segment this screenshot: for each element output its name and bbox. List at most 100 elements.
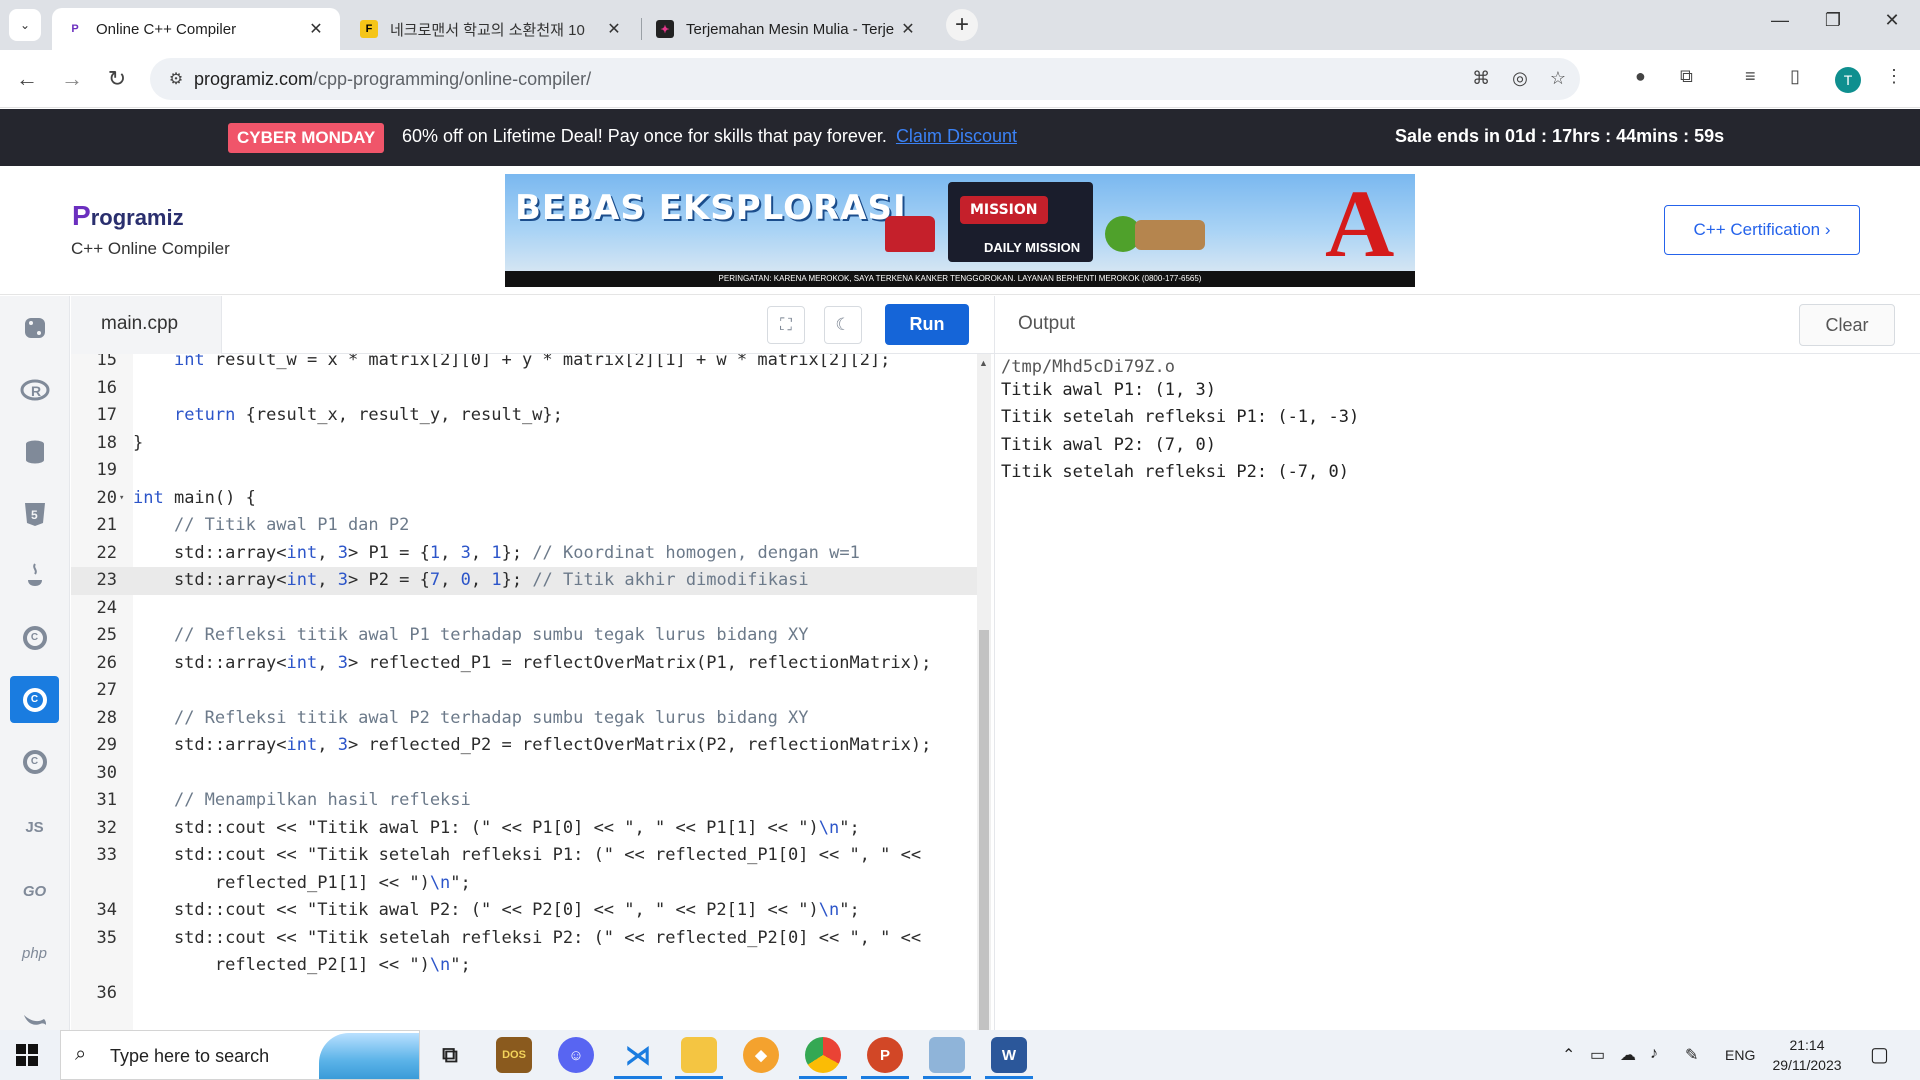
translate-icon[interactable]: ⌘ — [1472, 68, 1490, 89]
chevron-up-icon[interactable]: ⌃ — [1562, 1045, 1575, 1065]
puzzle-icon[interactable]: ⧉ — [1680, 66, 1693, 87]
fold-arrow-icon[interactable]: ▾ — [119, 485, 124, 513]
address-bar[interactable]: ⚙ programiz.com/cpp-programming/online-c… — [150, 58, 1580, 100]
task-view-icon[interactable]: ⧉ — [432, 1037, 468, 1073]
code-line[interactable]: 17 return {result_x, result_y, result_w}… — [71, 402, 979, 430]
volume-icon[interactable]: ♪ — [1650, 1045, 1658, 1063]
new-tab-button[interactable]: + — [946, 9, 978, 41]
code-line[interactable]: 21 // Titik awal P1 dan P2 — [71, 512, 979, 540]
code-line[interactable]: 30 — [71, 760, 979, 788]
restore-button[interactable]: ❐ — [1813, 10, 1853, 31]
code-line[interactable]: 24 — [71, 595, 979, 623]
taskbar-clock[interactable]: 21:14 29/11/2023 — [1762, 1035, 1852, 1075]
go-icon[interactable]: GO — [10, 868, 59, 915]
extension-icon[interactable]: ● — [1635, 66, 1646, 87]
notepad-icon[interactable] — [923, 1037, 971, 1079]
claim-discount-link[interactable]: Claim Discount — [896, 126, 1017, 146]
word-icon[interactable]: W — [985, 1037, 1033, 1079]
dark-mode-icon[interactable]: ☾ — [824, 306, 862, 344]
code-line[interactable]: 35 std::cout << "Titik setelah refleksi … — [71, 925, 979, 953]
minimize-button[interactable]: — — [1760, 10, 1800, 31]
code-line[interactable] — [71, 952, 979, 980]
notification-icon[interactable]: ▢ — [1870, 1042, 1889, 1067]
fullscreen-icon[interactable]: ⛶ — [767, 306, 805, 344]
code-line[interactable]: 23 std::array<int, 3> P2 = {7, 0, 1}; //… — [71, 567, 979, 595]
onedrive-icon[interactable]: ☁ — [1620, 1045, 1636, 1065]
close-icon[interactable]: ✕ — [898, 19, 918, 39]
tab-title: Online C++ Compiler — [96, 20, 237, 38]
output-header: Output Clear — [994, 296, 1920, 354]
code-line[interactable]: 25 // Refleksi titik awal P1 terhadap su… — [71, 622, 979, 650]
menu-icon[interactable]: ⋮ — [1885, 66, 1903, 87]
sql-icon[interactable] — [10, 428, 59, 475]
code-line[interactable]: 15 int result_w = x * matrix[2][0] + y *… — [71, 354, 979, 375]
file-explorer-icon[interactable] — [675, 1037, 723, 1079]
close-window-button[interactable]: ✕ — [1872, 10, 1912, 31]
code-line[interactable]: reflected_P1[1] << ")\n"; — [71, 870, 979, 898]
csharp-icon[interactable]: C — [10, 738, 59, 785]
tab-online-cpp-compiler[interactable]: P Online C++ Compiler ✕ — [52, 8, 340, 50]
code-line[interactable]: 26 std::array<int, 3> reflected_P1 = ref… — [71, 650, 979, 678]
r-icon[interactable]: R — [10, 366, 59, 413]
sidepanel-icon[interactable]: ▯ — [1790, 66, 1800, 87]
clear-button[interactable]: Clear — [1799, 304, 1895, 346]
programiz-logo[interactable]: Programiz — [72, 200, 184, 232]
code-line[interactable]: 27 — [71, 677, 979, 705]
code-line[interactable]: 22 std::array<int, 3> P1 = {1, 3, 1}; //… — [71, 540, 979, 568]
html-icon[interactable]: 5 — [10, 490, 59, 537]
tab-search-button[interactable]: ⌄ — [9, 9, 41, 41]
language-indicator[interactable]: ENG — [1725, 1047, 1755, 1063]
code-line[interactable]: 19 — [71, 457, 979, 485]
tab-webtoon[interactable]: F 네크로맨서 학교의 소환천재 10 ✕ — [346, 8, 638, 50]
brave-icon[interactable]: ◆ — [743, 1037, 779, 1073]
javascript-icon[interactable]: JS — [10, 804, 59, 851]
code-line[interactable]: 32 std::cout << "Titik awal P1: (" << P1… — [71, 815, 979, 843]
java-icon[interactable] — [10, 552, 59, 599]
code-line[interactable]: 31 // Menampilkan hasil refleksi — [71, 787, 979, 815]
forward-button[interactable]: → — [57, 64, 87, 94]
code-editor[interactable]: 15 int result_w = x * matrix[2][0] + y *… — [71, 354, 979, 1030]
code-line[interactable]: 20 ▾ int main() { — [71, 485, 979, 513]
eye-off-icon[interactable]: ◎ — [1512, 68, 1528, 89]
rock-graphic — [1135, 220, 1205, 250]
pen-icon[interactable]: ✎ — [1685, 1045, 1698, 1065]
code-line[interactable]: 33 std::cout << "Titik setelah refleksi … — [71, 842, 979, 870]
run-button[interactable]: Run — [885, 304, 969, 345]
editor-scrollbar[interactable]: ▲ — [977, 354, 991, 1030]
windows-start-icon[interactable] — [16, 1044, 38, 1066]
vscode-icon[interactable]: ⋊ — [614, 1037, 662, 1079]
file-tab-main-cpp[interactable]: main.cpp — [71, 296, 222, 354]
scrollbar-thumb[interactable] — [979, 630, 989, 1030]
cpp-icon[interactable]: C — [10, 676, 59, 723]
discord-icon[interactable]: ☺ — [558, 1037, 594, 1073]
chrome-icon[interactable] — [799, 1037, 847, 1079]
code-line[interactable]: 18} — [71, 430, 979, 458]
site-header: Programiz C++ Online Compiler BEBAS EKSP… — [0, 166, 1920, 295]
code-line[interactable]: 16 — [71, 375, 979, 403]
ad-banner[interactable]: BEBAS EKSPLORASI MISSION DAILY MISSION A… — [505, 174, 1415, 287]
star-icon[interactable]: ☆ — [1550, 68, 1566, 89]
close-icon[interactable]: ✕ — [306, 19, 326, 39]
reload-button[interactable]: ↻ — [102, 64, 132, 94]
scroll-up-icon[interactable]: ▲ — [979, 358, 988, 368]
code-line[interactable]: 28 // Refleksi titik awal P2 terhadap su… — [71, 705, 979, 733]
tab-terjemahan[interactable]: ✦ Terjemahan Mesin Mulia - Terje ✕ — [642, 8, 932, 50]
code-line[interactable]: 34 std::cout << "Titik awal P2: (" << P2… — [71, 897, 979, 925]
powerpoint-icon[interactable]: P — [861, 1037, 909, 1079]
code-line[interactable]: 36 — [71, 980, 979, 1008]
close-icon[interactable]: ✕ — [604, 19, 624, 39]
code-line[interactable]: 29 std::array<int, 3> reflected_P2 = ref… — [71, 732, 979, 760]
dos-game-icon[interactable]: DOS — [496, 1037, 532, 1073]
c-icon[interactable]: C — [10, 614, 59, 661]
taskbar-search[interactable]: ⌕ Type here to search — [60, 1030, 420, 1080]
python-icon[interactable] — [10, 304, 59, 351]
media-icon[interactable]: ≡ — [1745, 66, 1756, 87]
php-icon[interactable]: php — [10, 930, 59, 977]
back-button[interactable]: ← — [12, 64, 42, 94]
cpp-certification-button[interactable]: C++ Certification › — [1664, 205, 1860, 255]
profile-avatar[interactable]: T — [1835, 67, 1861, 93]
code-text: // Refleksi titik awal P1 terhadap sumbu… — [173, 625, 809, 645]
battery-icon[interactable]: ▭ — [1590, 1045, 1605, 1065]
output-line: Titik awal P1: (1, 3) — [1001, 379, 1216, 400]
site-settings-icon[interactable]: ⚙ — [158, 69, 194, 89]
